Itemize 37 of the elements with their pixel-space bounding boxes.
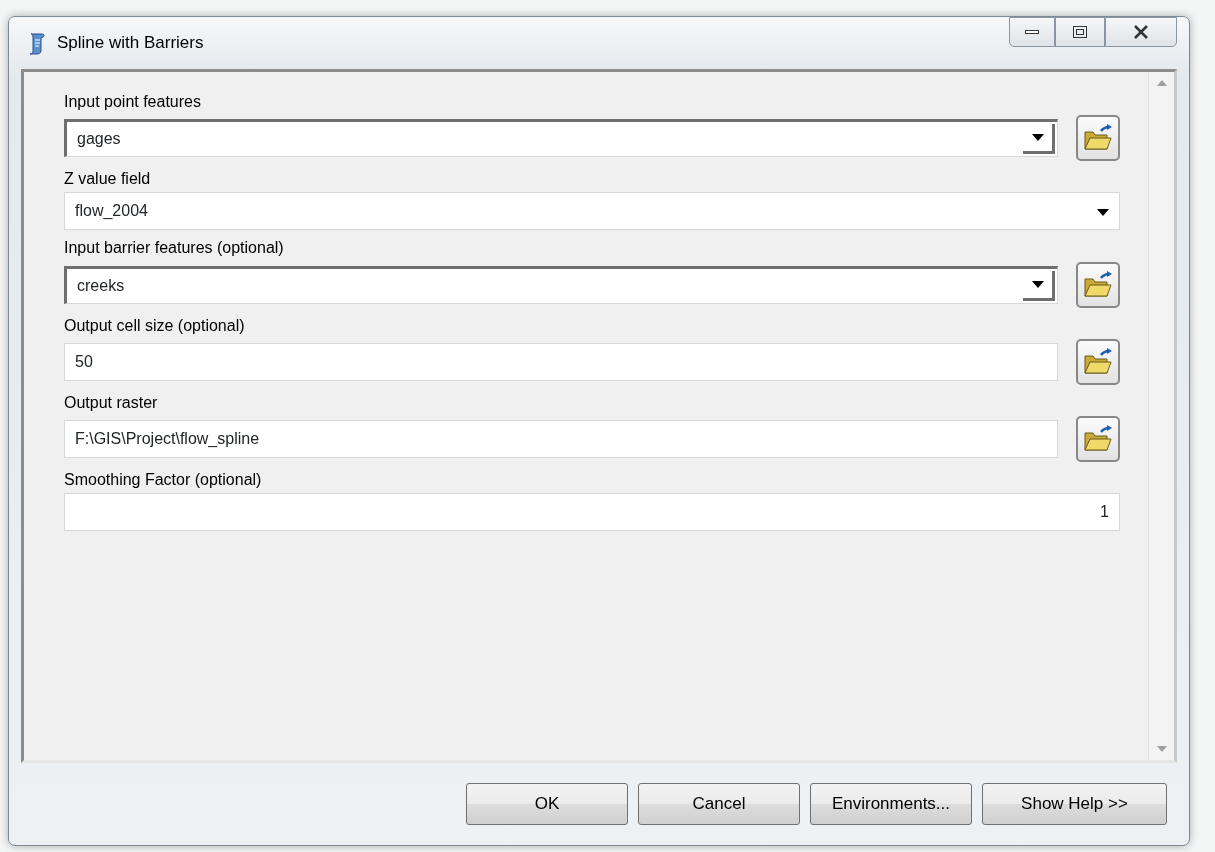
input-field[interactable]: F:\GIS\Project\flow_spline bbox=[64, 419, 1058, 458]
browse-button[interactable] bbox=[1076, 261, 1120, 308]
window-title: Spline with Barriers bbox=[57, 32, 204, 55]
field-label: Output raster bbox=[64, 392, 159, 412]
combo-box[interactable]: gages bbox=[64, 119, 1058, 158]
dialog-button[interactable]: Cancel bbox=[638, 783, 800, 825]
scroll-icon bbox=[27, 31, 47, 55]
open-folder-icon bbox=[1083, 347, 1113, 376]
combo-box[interactable]: creeks bbox=[64, 265, 1058, 304]
dialog-button[interactable]: Show Help >> bbox=[982, 783, 1167, 825]
field-label: Input point features bbox=[64, 92, 202, 112]
input-field[interactable]: 1 bbox=[64, 493, 1120, 532]
field-label: Input barrier features (optional) bbox=[64, 238, 285, 258]
scroll-down-icon[interactable] bbox=[1156, 746, 1167, 752]
close-button[interactable] bbox=[1105, 17, 1177, 47]
scroll-up-icon[interactable] bbox=[1156, 80, 1167, 86]
browse-button[interactable] bbox=[1076, 415, 1120, 462]
input-field[interactable]: 50 bbox=[64, 342, 1058, 381]
minimize-icon bbox=[1025, 29, 1039, 35]
dropdown-field[interactable]: flow_2004 bbox=[64, 192, 1120, 231]
dropdown-arrow-icon bbox=[1031, 280, 1044, 288]
browse-button[interactable] bbox=[1076, 338, 1120, 385]
maximize-icon bbox=[1073, 26, 1087, 38]
dropdown-arrow-icon bbox=[1097, 208, 1109, 216]
browse-button[interactable] bbox=[1076, 115, 1120, 162]
dialog-button[interactable]: Environments... bbox=[810, 783, 972, 825]
close-icon bbox=[1133, 25, 1149, 39]
open-folder-icon bbox=[1083, 124, 1113, 153]
field-label: Output cell size (optional) bbox=[64, 315, 246, 335]
dropdown-arrow-icon bbox=[1031, 134, 1044, 142]
open-folder-icon bbox=[1083, 424, 1113, 453]
field-label: Smoothing Factor (optional) bbox=[64, 469, 263, 490]
dialog-button[interactable]: OK bbox=[466, 783, 628, 825]
maximize-button[interactable] bbox=[1055, 17, 1105, 47]
open-folder-icon bbox=[1083, 270, 1113, 299]
field-label: Z value field bbox=[64, 169, 152, 189]
minimize-button[interactable] bbox=[1009, 17, 1055, 47]
